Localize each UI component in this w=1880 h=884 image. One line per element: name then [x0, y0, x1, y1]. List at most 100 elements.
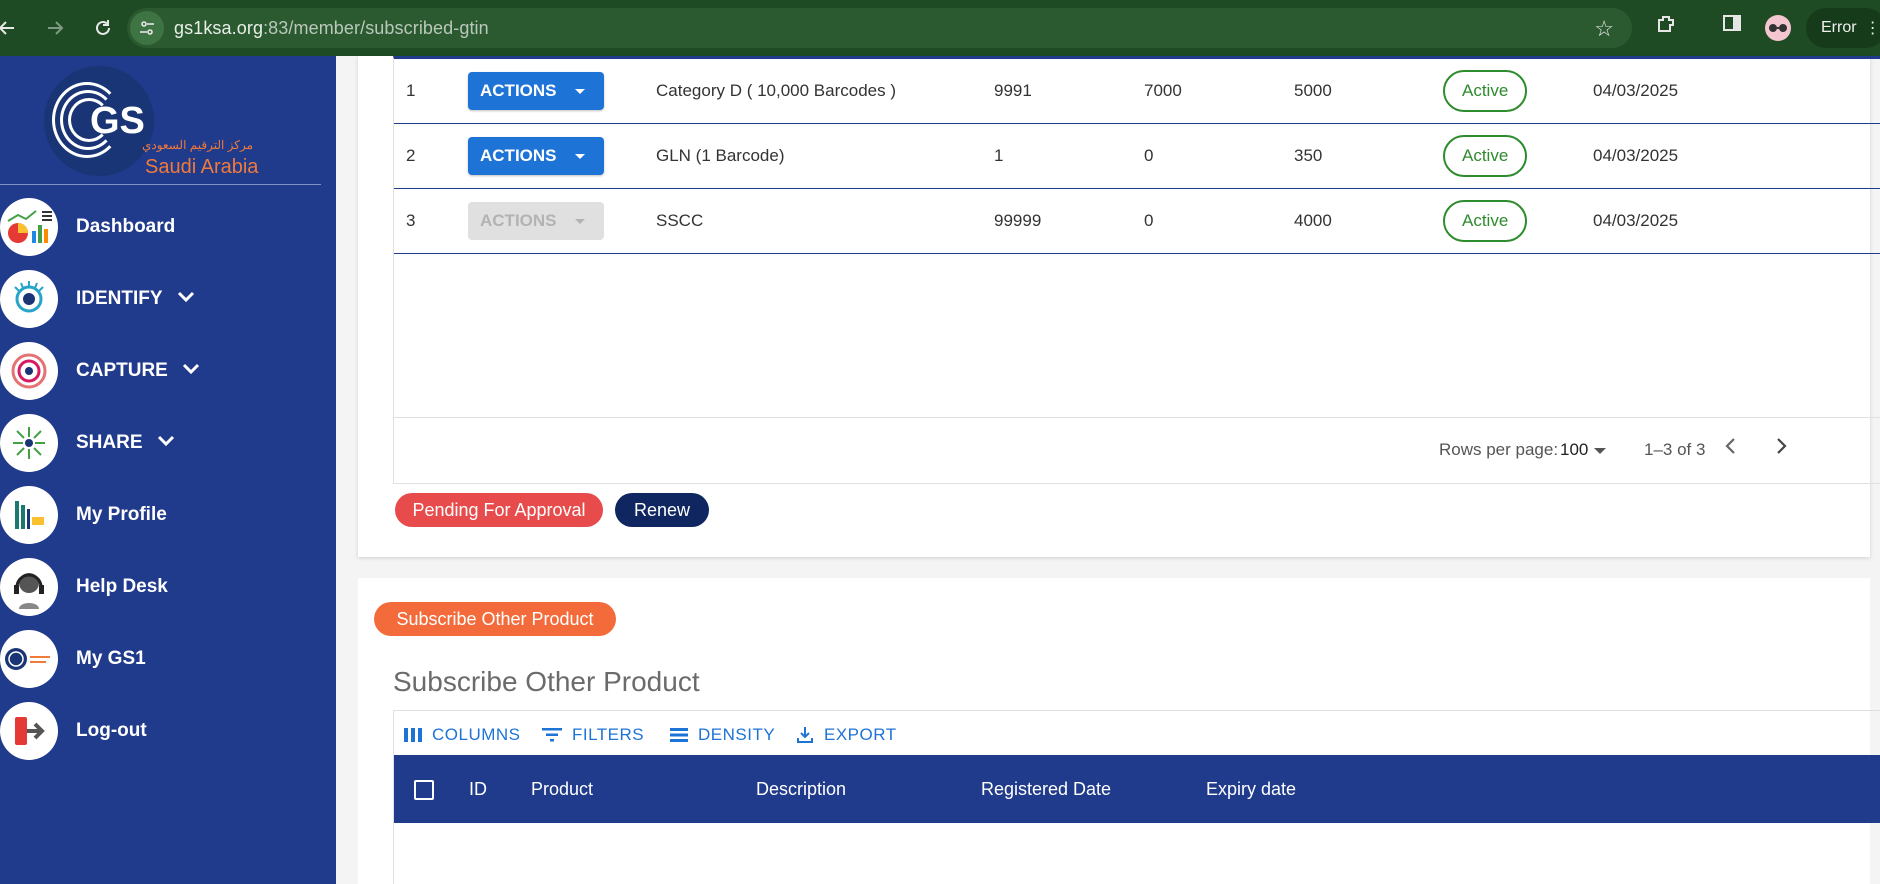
next-page-icon[interactable] [1774, 435, 1788, 463]
share-arrows-icon [0, 414, 58, 472]
sidebar-item-log-out[interactable]: Log-out [0, 702, 336, 760]
profile-error-chip[interactable]: Error ⋮ [1806, 8, 1880, 48]
rows-per-page-label: Rows per page: [1439, 440, 1559, 459]
sidebar: GS مركز الترقيم السعودي Saudi Arabia Das… [0, 56, 336, 884]
sidebar-item-dashboard[interactable]: Dashboard [0, 198, 336, 256]
sidebar-item-label: Log-out [76, 720, 147, 741]
select-all-checkbox[interactable] [414, 780, 434, 800]
sidebar-item-my-profile[interactable]: My Profile [0, 486, 336, 544]
value-cell: 5000 [1294, 81, 1332, 100]
filters-button[interactable]: FILTERS [542, 725, 644, 745]
side-panel-icon[interactable] [1722, 13, 1742, 39]
subscribe-other-product-card: Subscribe Other Product Subscribe Other … [358, 578, 1880, 884]
site-info-icon[interactable] [130, 11, 164, 45]
error-label: Error [1821, 19, 1857, 36]
filters-label: FILTERS [572, 725, 645, 744]
gs1-saudi-logo[interactable]: GS مركز الترقيم السعودي Saudi Arabia [44, 66, 264, 178]
sidebar-item-capture[interactable]: CAPTURE [0, 342, 336, 400]
url-host: gs1ksa.org [174, 17, 264, 38]
sidebar-item-identify[interactable]: IDENTIFY [0, 270, 336, 328]
gs1-logo-mark: GS [44, 66, 154, 176]
pagination-footer: Rows per page: 100 1–3 of 3 [394, 417, 1880, 483]
status-badge: Active [1443, 135, 1528, 177]
caret-down-icon[interactable] [1594, 448, 1606, 454]
column-header-registered-date[interactable]: Registered Date [981, 779, 1111, 800]
chevron-down-icon [182, 362, 200, 380]
row-number: 1 [406, 81, 416, 100]
sidebar-divider [0, 184, 321, 185]
actions-label: ACTIONS [480, 211, 557, 230]
columns-icon [404, 728, 422, 742]
sidebar-item-label: My GS1 [76, 648, 146, 669]
density-icon [670, 728, 688, 742]
column-header-description[interactable]: Description [756, 779, 846, 800]
row-number: 2 [406, 146, 416, 165]
density-button[interactable]: DENSITY [670, 725, 775, 745]
product-cell: SSCC [656, 211, 704, 230]
logout-icon [0, 702, 58, 760]
export-button[interactable]: EXPORT [796, 725, 897, 745]
caret-down-icon [574, 153, 585, 159]
page-info: 1–3 of 3 [1644, 440, 1706, 459]
sidebar-item-help-desk[interactable]: Help Desk [0, 558, 336, 616]
url-text: gs1ksa.org:83/member/subscribed-gtin [174, 18, 489, 39]
caret-down-icon [574, 218, 585, 224]
table-row: 2 ACTIONS GLN (1 Barcode) 1 0 350 Active… [394, 124, 1880, 189]
rows-per-page-select[interactable]: 100 [1560, 440, 1588, 460]
value-cell: 99999 [994, 211, 1042, 230]
reload-icon[interactable] [88, 13, 118, 43]
more-menu-icon[interactable]: ⋮ [1865, 18, 1880, 38]
sidebar-item-label: Dashboard [76, 216, 176, 237]
section-title: Subscribe Other Product [393, 666, 700, 697]
sidebar-item-label: IDENTIFY [76, 288, 163, 309]
columns-label: COLUMNS [432, 725, 521, 744]
value-cell: 350 [1294, 146, 1323, 165]
profile-avatar-icon[interactable] [1765, 15, 1791, 41]
column-header-expiry-date[interactable]: Expiry date [1206, 779, 1296, 800]
pending-for-approval-button[interactable]: Pending For Approval [395, 493, 603, 527]
bookmark-star-icon[interactable]: ☆ [1594, 16, 1614, 42]
grid-header-row: ID Product Description Registered Date E… [394, 755, 1880, 823]
headset-icon [0, 558, 58, 616]
chevron-down-icon [157, 434, 175, 452]
eye-icon [0, 270, 58, 328]
forward-arrow-icon[interactable] [40, 13, 70, 43]
date-cell: 04/03/2025 [1593, 211, 1679, 230]
row-number: 3 [406, 211, 416, 230]
table-row: 1 ACTIONS Category D ( 10,000 Barcodes )… [394, 59, 1880, 124]
sidebar-item-share[interactable]: SHARE [0, 414, 336, 472]
value-cell: 4000 [1294, 211, 1332, 230]
value-cell: 0 [1144, 146, 1154, 165]
actions-button[interactable]: ACTIONS [468, 72, 604, 110]
subscribe-other-product-button[interactable]: Subscribe Other Product [374, 602, 616, 636]
columns-button[interactable]: COLUMNS [404, 725, 521, 745]
other-products-grid: COLUMNS FILTERS DENSITY EXPORT ID Produc… [393, 710, 1880, 884]
export-icon [797, 727, 813, 743]
logo-region-text: Saudi Arabia [145, 156, 259, 178]
sidebar-item-label: Help Desk [76, 576, 168, 597]
dashboard-chart-icon [0, 198, 58, 256]
previous-page-icon[interactable] [1724, 435, 1738, 463]
sidebar-item-label: CAPTURE [76, 360, 168, 381]
url-path: :83/member/subscribed-gtin [263, 17, 489, 38]
actions-button-disabled[interactable]: ACTIONS [468, 202, 604, 240]
export-label: EXPORT [824, 725, 897, 744]
column-header-id[interactable]: ID [469, 779, 487, 800]
extensions-icon[interactable] [1655, 13, 1677, 41]
actions-button[interactable]: ACTIONS [468, 137, 604, 175]
renew-button[interactable]: Renew [615, 493, 709, 527]
back-arrow-icon[interactable] [0, 13, 22, 43]
profile-building-icon [0, 486, 58, 544]
status-badge: Active [1443, 70, 1528, 112]
sidebar-item-label: SHARE [76, 432, 143, 453]
actions-label: ACTIONS [480, 146, 557, 165]
chevron-down-icon [177, 290, 195, 308]
address-bar[interactable]: gs1ksa.org:83/member/subscribed-gtin ☆ [127, 8, 1632, 48]
column-header-product[interactable]: Product [531, 779, 593, 800]
subscribed-products-card: 1 ACTIONS Category D ( 10,000 Barcodes )… [358, 56, 1880, 557]
value-cell: 9991 [994, 81, 1032, 100]
filter-icon [542, 728, 562, 742]
caret-down-icon [574, 88, 585, 94]
sidebar-item-label: My Profile [76, 504, 167, 525]
sidebar-item-my-gs1[interactable]: My GS1 [0, 630, 336, 688]
